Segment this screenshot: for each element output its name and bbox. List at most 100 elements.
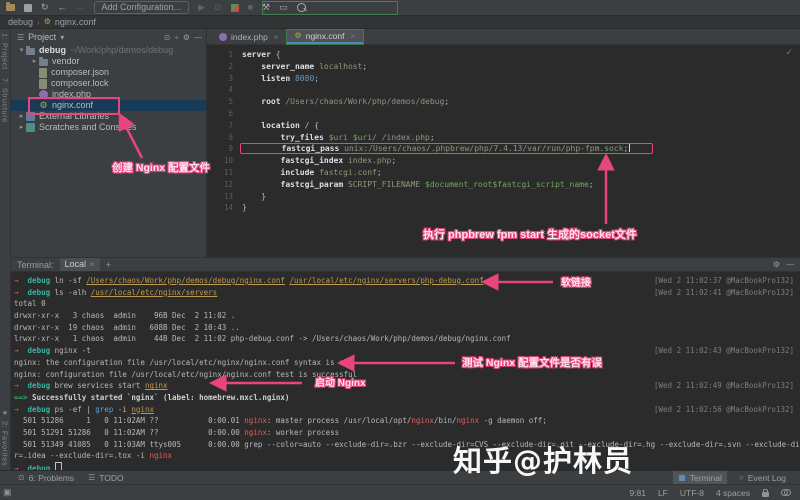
tree-item-scratches-and-consoles[interactable]: ▸ Scratches and Consoles (11, 122, 206, 133)
code-text: fastcgi_index index.php; (242, 155, 396, 167)
ide-window: ↻ ← → Add Configuration... ▶ ⊙ ■ ⚒ ▭ deb… (0, 0, 800, 500)
project-tree: ▾debug~/Work/php/demos/debug▸vendorcompo… (11, 45, 206, 133)
tool-window-switcher-icon[interactable]: ▣ (3, 487, 12, 498)
tree-item-path-hint: ~/Work/php/demos/debug (70, 45, 173, 56)
save-icon[interactable] (24, 4, 32, 12)
tab-close-icon[interactable]: × (274, 33, 279, 42)
tab-close-icon[interactable]: × (350, 32, 355, 41)
left-tool-stripe: 1: Project 7: Structure ★ 2: Favorites (0, 29, 11, 470)
stop-icon[interactable]: ■ (248, 3, 253, 12)
annotation-start-nginx: 启动 Nginx (315, 374, 366, 389)
run-icon[interactable]: ▶ (198, 3, 205, 12)
caret-position[interactable]: 9:81 (629, 488, 646, 498)
terminal-button[interactable]: ▦ Terminal (673, 471, 727, 484)
line-separator[interactable]: LF (658, 488, 668, 498)
project-menu-icon[interactable]: ☰ (17, 33, 24, 42)
php-file-icon (219, 33, 227, 41)
readonly-lock-icon[interactable] (762, 492, 769, 497)
capture-artifact-box (262, 1, 398, 15)
inspections-ok-icon: ✓ (785, 47, 793, 58)
editor-tab-nginx-conf[interactable]: ⚙nginx.conf× (287, 30, 364, 44)
tree-item-composer-json[interactable]: composer.json (11, 67, 206, 78)
event-log-icon: ○ (739, 473, 744, 482)
terminal-settings-icon[interactable]: ⚙ (773, 260, 780, 269)
terminal-tab-close-icon[interactable]: × (90, 258, 95, 271)
editor-line-11[interactable]: 11 include fastcgi.conf; (207, 167, 800, 179)
line-number: 9 (207, 143, 242, 155)
stripe-project-button[interactable]: 1: Project (1, 29, 10, 74)
breadcrumb-file[interactable]: nginx.conf (55, 17, 96, 27)
tree-item-composer-lock[interactable]: composer.lock (11, 78, 206, 89)
tree-item-debug[interactable]: ▾debug~/Work/php/demos/debug (11, 45, 206, 56)
project-panel-header: ☰ Project ▾ ⊙ ÷ ⚙ — (11, 29, 206, 45)
terminal-label: Terminal: (17, 260, 54, 270)
debug-icon[interactable]: ⊙ (214, 3, 222, 12)
stripe-favorites-button[interactable]: 2: Favorites (1, 417, 10, 470)
tree-item-label: composer.json (51, 67, 109, 78)
terminal-line-7: → debug nginx -t[Wed 2 11:02:43 @MacBook… (14, 345, 800, 357)
editor-line-6[interactable]: 6 (207, 108, 800, 120)
tree-item-vendor[interactable]: ▸vendor (11, 56, 206, 67)
locate-icon[interactable]: ⊙ (164, 33, 171, 42)
panel-settings-icon[interactable]: ⚙ (183, 33, 190, 42)
editor-line-2[interactable]: 2 server_name localhost; (207, 61, 800, 73)
tree-item-label: Scratches and Consoles (39, 122, 137, 133)
editor-line-5[interactable]: 5 root /Users/chaos/Work/php/demos/debug… (207, 96, 800, 108)
scratches-icon (26, 123, 35, 132)
favorites-star-icon: ★ (2, 409, 8, 417)
terminal-timestamp: [Wed 2 11:02:37 @MacBookPro132] (654, 275, 794, 287)
editor-tab-index-php[interactable]: index.php × (211, 30, 287, 44)
tree-chevron-icon[interactable]: ▸ (17, 111, 26, 122)
editor-line-12[interactable]: 12 fastcgi_param SCRIPT_FILENAME $docume… (207, 179, 800, 191)
editor-line-1[interactable]: 1server { (207, 49, 800, 61)
breadcrumb-project[interactable]: debug (8, 17, 33, 27)
back-icon[interactable]: ← (58, 3, 67, 12)
coverage-icon[interactable] (231, 4, 239, 12)
editor-line-3[interactable]: 3 listen 8080; (207, 73, 800, 85)
editor-line-8[interactable]: 8 try_files $uri $uri/ /index.php; (207, 132, 800, 144)
code-style-icon[interactable] (781, 489, 790, 496)
annotation-box-fastcgi-pass: fastcgi_pass unix:/Users/chaos/.phpbrew/… (240, 143, 653, 154)
stripe-structure-button[interactable]: 7: Structure (1, 74, 10, 127)
folder-icon (39, 59, 48, 66)
editor-line-9[interactable]: 9 fastcgi_pass unix:/Users/chaos/.phpbre… (207, 143, 800, 155)
event-log-button[interactable]: ○ Event Log (739, 473, 786, 483)
editor-line-10[interactable]: 10 fastcgi_index index.php; (207, 155, 800, 167)
editor-line-14[interactable]: 14} (207, 202, 800, 214)
run-configuration-dropdown[interactable]: Add Configuration... (94, 1, 190, 14)
terminal-line-3: total 0 (14, 298, 800, 310)
terminal-hide-icon[interactable]: — (786, 260, 794, 269)
file-encoding[interactable]: UTF-8 (680, 488, 704, 498)
problems-button[interactable]: ⊙ 6: Problems (18, 473, 74, 483)
lock-file-icon (39, 79, 47, 89)
tree-chevron-icon[interactable]: ▸ (30, 56, 39, 67)
editor-line-13[interactable]: 13 } (207, 191, 800, 203)
code-text: } (242, 202, 247, 214)
annotation-create-conf: 创建 Nginx 配置文件 (112, 160, 210, 175)
editor-tab-label: index.php (231, 32, 268, 42)
tree-item-label: composer.lock (51, 78, 109, 89)
forward-icon[interactable]: → (76, 3, 85, 12)
project-chevron-icon[interactable]: ▾ (60, 33, 64, 42)
hide-panel-icon[interactable]: — (194, 33, 202, 42)
editor-body[interactable]: 1server {2 server_name localhost;3 liste… (207, 45, 800, 214)
terminal-output[interactable]: → debug ln -sf /Users/chaos/Work/php/dem… (11, 272, 800, 474)
editor-line-7[interactable]: 7 location / { (207, 120, 800, 132)
terminal-tab-local[interactable]: Local × (60, 258, 100, 271)
editor-tab-label: nginx.conf (306, 31, 345, 41)
open-folder-icon[interactable] (6, 4, 15, 11)
tree-chevron-icon[interactable]: ▸ (17, 122, 26, 133)
new-terminal-tab-button[interactable]: + (106, 260, 111, 270)
tree-chevron-icon[interactable]: ▾ (17, 45, 26, 56)
project-panel-title[interactable]: Project (28, 32, 56, 42)
indent-setting[interactable]: 4 spaces (716, 488, 750, 498)
editor-line-4[interactable]: 4 (207, 84, 800, 96)
collapse-all-icon[interactable]: ÷ (174, 33, 178, 42)
terminal-header: Terminal: Local × + ⚙ — (11, 257, 800, 272)
terminal-timestamp: [Wed 2 11:02:41 @MacBookPro132] (654, 287, 794, 299)
code-text: listen 8080; (242, 73, 319, 85)
todo-button[interactable]: ☰ TODO (88, 473, 124, 483)
terminal-line-9: nginx: configuration file /usr/local/etc… (14, 369, 800, 381)
sync-icon[interactable]: ↻ (41, 3, 49, 12)
terminal-line-10: → debug brew services start nginx[Wed 2 … (14, 380, 800, 392)
